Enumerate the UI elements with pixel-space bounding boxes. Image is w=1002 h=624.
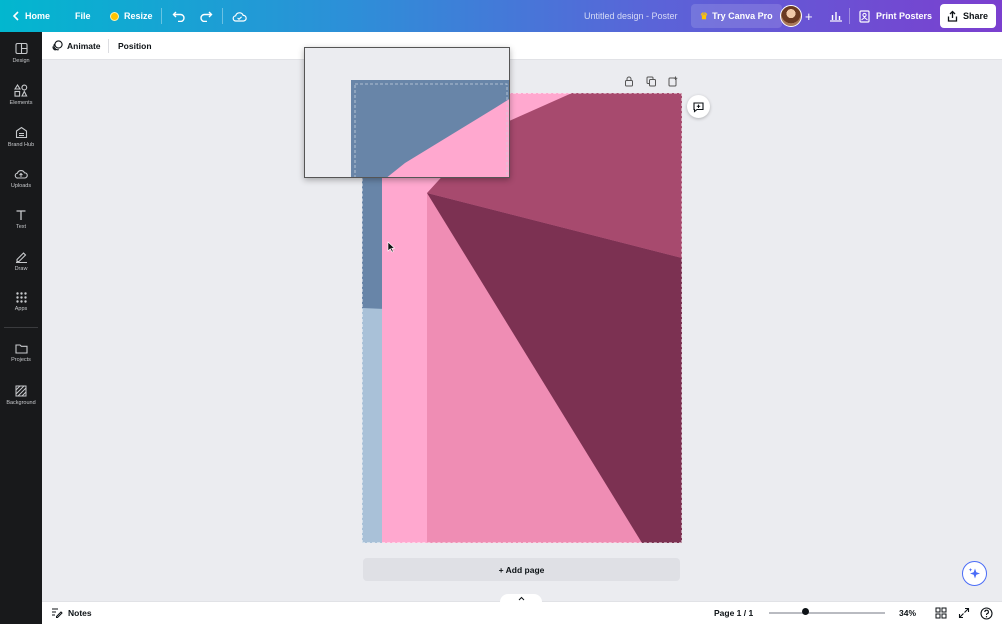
poster-print-icon: [859, 9, 870, 23]
file-label: File: [75, 11, 91, 21]
sidebar-item-label: Background: [6, 399, 36, 406]
notes-icon: [52, 608, 63, 618]
try-pro-button[interactable]: ♛ Try Canva Pro: [691, 4, 782, 28]
print-label: Print Posters: [876, 11, 933, 21]
insights-button[interactable]: [829, 4, 843, 28]
sidebar-item-elements[interactable]: Elements: [0, 76, 42, 114]
crown-badge-icon: [110, 11, 119, 21]
zoom-level-text: 34%: [899, 608, 917, 618]
share-icon: [947, 10, 958, 22]
redo-button[interactable]: [199, 4, 213, 28]
undo-button[interactable]: [172, 4, 186, 28]
sidebar-item-label: Uploads: [10, 182, 32, 189]
duplicate-page-icon[interactable]: [646, 76, 656, 87]
resize-button[interactable]: Resize: [110, 4, 153, 28]
divider: [108, 39, 109, 53]
plus-icon: +: [805, 8, 813, 24]
grid-view-icon[interactable]: [935, 607, 947, 619]
add-page-button[interactable]: + Add page: [363, 558, 680, 581]
position-button[interactable]: Position: [118, 41, 152, 51]
sidebar-item-label: Design: [12, 58, 30, 64]
top-bar: Home File Resize Untitled design - Poste…: [0, 0, 1002, 32]
page-panel-toggle[interactable]: [500, 594, 542, 603]
sidebar-item-label: Projects: [11, 357, 31, 363]
undo-icon: [172, 11, 185, 22]
file-menu-button[interactable]: File: [75, 4, 91, 28]
add-comment-button[interactable]: [687, 95, 710, 118]
zoom-slider[interactable]: [769, 612, 885, 614]
sidebar-item-text[interactable]: Text: [0, 200, 42, 238]
sidebar: Design Elements Brand Hub Uploads Text D…: [0, 32, 42, 624]
uploads-icon: [14, 169, 28, 179]
apps-icon: [15, 292, 27, 303]
document-title-text: Untitled design - Poster: [584, 11, 678, 21]
zoom-level[interactable]: 34%: [899, 608, 916, 618]
mouse-pointer-icon: [387, 240, 396, 258]
elements-icon: [14, 84, 28, 97]
add-page-icon[interactable]: [668, 76, 678, 87]
page-indicator-text: Page 1 / 1: [714, 608, 754, 618]
invite-plus-button[interactable]: +: [805, 4, 813, 28]
sidebar-item-projects[interactable]: Projects: [0, 334, 42, 372]
bar-chart-icon: [830, 12, 842, 22]
draw-icon: [15, 251, 27, 263]
print-posters-button[interactable]: Print Posters: [859, 4, 932, 28]
bottom-bar: Notes Page 1 / 1 34%: [42, 594, 1002, 624]
sidebar-item-apps[interactable]: Apps: [0, 283, 42, 321]
folder-icon: [14, 344, 28, 354]
chevron-up-icon: [518, 596, 524, 601]
try-pro-label: Try Canva Pro: [712, 11, 773, 21]
sidebar-item-label: Brand Hub: [7, 142, 35, 148]
comment-add-icon: [693, 101, 704, 113]
animate-label: Animate: [67, 40, 101, 51]
home-label: Home: [25, 11, 51, 21]
fullscreen-icon[interactable]: [958, 607, 970, 619]
divider: [222, 8, 223, 24]
animate-icon: [52, 40, 63, 51]
sidebar-item-design[interactable]: Design: [0, 34, 42, 72]
sidebar-item-brand-hub[interactable]: Brand Hub: [0, 118, 42, 156]
sidebar-item-label: Text: [15, 223, 27, 230]
sidebar-item-label: Elements: [9, 100, 33, 106]
sidebar-item-background[interactable]: Background: [0, 376, 42, 414]
magnified-artwork-icon: [351, 80, 509, 177]
avatar[interactable]: [780, 5, 802, 27]
magic-assistant-button[interactable]: [962, 561, 987, 586]
position-label: Position: [118, 41, 152, 51]
redo-icon: [200, 11, 213, 22]
text-icon: [16, 209, 26, 220]
sparkle-icon: [968, 568, 980, 579]
zoom-slider-thumb[interactable]: [802, 608, 809, 615]
zoom-magnifier-preview: [304, 47, 510, 178]
help-icon[interactable]: [980, 607, 993, 620]
add-page-label: + Add page: [498, 564, 545, 575]
chevron-left-icon: [12, 11, 19, 21]
sidebar-item-draw[interactable]: Draw: [0, 242, 42, 280]
brand-hub-icon: [15, 126, 27, 139]
sidebar-item-label: Draw: [14, 265, 28, 272]
page-tools: [624, 76, 678, 87]
sidebar-divider: [4, 327, 38, 328]
document-title[interactable]: Untitled design - Poster: [584, 4, 678, 28]
share-label: Share: [963, 11, 989, 21]
home-button[interactable]: Home: [12, 4, 50, 28]
crown-icon: ♛: [700, 10, 709, 21]
resize-label: Resize: [124, 11, 153, 21]
notes-label: Notes: [68, 607, 92, 618]
divider: [849, 8, 850, 24]
notes-button[interactable]: Notes: [51, 607, 92, 618]
save-status-button[interactable]: [232, 4, 247, 28]
cloud-check-icon: [232, 11, 247, 22]
page-indicator[interactable]: Page 1 / 1: [714, 608, 753, 618]
animate-button[interactable]: Animate: [52, 40, 101, 51]
background-icon: [15, 385, 27, 396]
sidebar-item-label: Apps: [14, 306, 28, 312]
sidebar-item-uploads[interactable]: Uploads: [0, 159, 42, 197]
share-button[interactable]: Share: [940, 4, 996, 28]
divider: [161, 8, 162, 24]
lock-icon[interactable]: [624, 76, 634, 87]
design-icon: [14, 42, 28, 55]
context-toolbar: Animate Position: [42, 32, 1002, 60]
